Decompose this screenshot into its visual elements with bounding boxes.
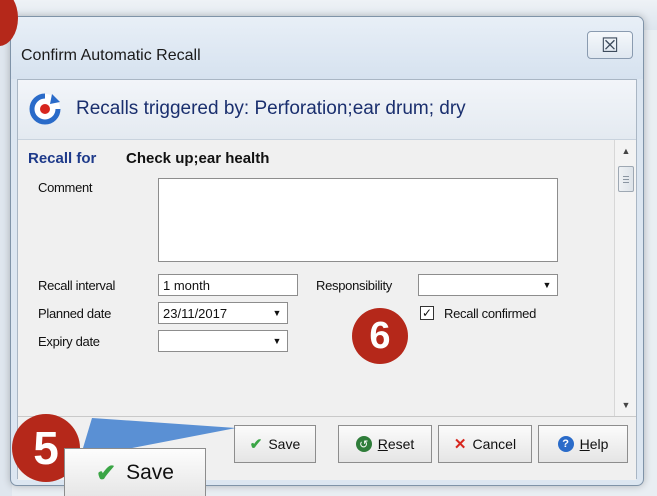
grip-line	[623, 182, 629, 183]
close-icon: ☒	[601, 34, 619, 57]
responsibility-label: Responsibility	[316, 278, 393, 293]
recall-interval-field[interactable]: 1 month	[158, 274, 298, 296]
help-button[interactable]: ? Help	[538, 425, 628, 463]
cancel-button-label: Cancel	[472, 436, 517, 452]
responsibility-select[interactable]: ▼	[418, 274, 558, 296]
confirm-recall-dialog: Confirm Automatic Recall ☒ Recalls trigg…	[10, 16, 644, 486]
checkmark-icon: ✔	[96, 459, 117, 487]
recall-interval-label: Recall interval	[38, 278, 116, 293]
comment-field[interactable]	[158, 178, 558, 262]
comment-label: Comment	[38, 180, 93, 195]
chevron-down-icon[interactable]: ▼	[268, 304, 286, 322]
grip-line	[623, 176, 629, 177]
recall-for-label: Recall for	[28, 150, 97, 167]
planned-date-picker[interactable]: 23/11/2017 ▼	[158, 302, 288, 324]
grip-line	[623, 179, 629, 180]
step-6-badge: 6	[352, 308, 408, 364]
scroll-up-icon[interactable]: ▲	[615, 142, 637, 160]
help-icon: ?	[557, 436, 574, 452]
recall-for-value: Check up;ear health	[126, 150, 270, 167]
recall-confirmed-label: Recall confirmed	[444, 306, 537, 321]
dialog-titlebar: Confirm Automatic Recall ☒	[11, 17, 643, 79]
save-button[interactable]: ✔ Save	[234, 425, 316, 463]
expiry-date-picker[interactable]: ▼	[158, 330, 288, 352]
reset-button[interactable]: ↺ Reset	[338, 425, 432, 463]
header-band: Recalls triggered by: Perforation;ear dr…	[18, 80, 636, 140]
zoomed-save-button: ✔ Save	[64, 448, 206, 496]
scroll-down-icon[interactable]: ▼	[615, 396, 637, 414]
chevron-down-icon[interactable]: ▼	[538, 276, 556, 294]
reset-icon: ↺	[355, 436, 372, 452]
expiry-date-label: Expiry date	[38, 334, 100, 349]
save-button-label: Save	[268, 436, 301, 452]
dialog-client-area: Recalls triggered by: Perforation;ear dr…	[17, 79, 637, 480]
help-button-label: Help	[579, 436, 609, 452]
zoomed-save-label: Save	[126, 461, 174, 484]
checkmark-icon: ✔	[249, 435, 263, 453]
close-button[interactable]: ☒	[587, 31, 633, 59]
recall-confirmed-checkbox[interactable]: ✓	[420, 306, 434, 320]
recall-form: Recall for Check up;ear health Comment R…	[18, 140, 616, 416]
reset-button-label: Reset	[377, 436, 415, 452]
recall-interval-value: 1 month	[163, 278, 210, 293]
recall-refresh-icon	[29, 93, 61, 125]
planned-date-value: 23/11/2017	[163, 306, 228, 321]
cancel-x-icon: ✕	[453, 435, 467, 453]
planned-date-label: Planned date	[38, 306, 112, 321]
vertical-scrollbar[interactable]: ▲ ▼	[614, 140, 636, 416]
cancel-button[interactable]: ✕ Cancel	[438, 425, 532, 463]
header-title: Recalls triggered by: Perforation;ear dr…	[76, 98, 466, 119]
dialog-title: Confirm Automatic Recall	[21, 47, 201, 64]
chevron-down-icon[interactable]: ▼	[268, 332, 286, 350]
scroll-thumb[interactable]	[618, 166, 634, 192]
